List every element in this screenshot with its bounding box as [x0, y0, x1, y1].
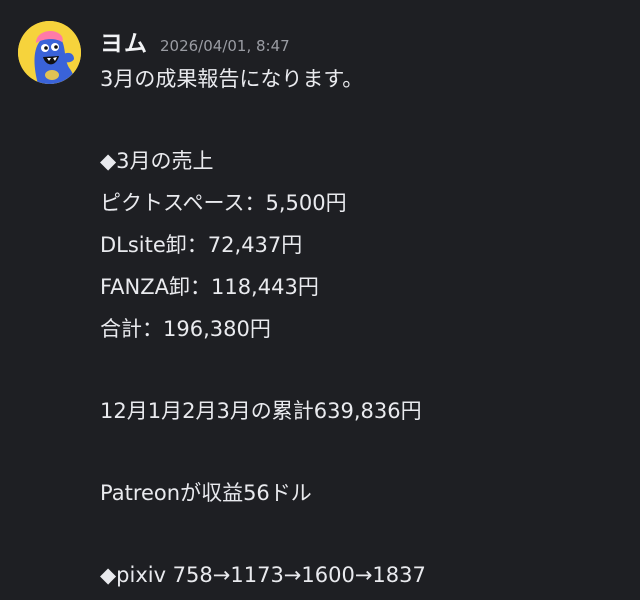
blue-monster-avatar-icon — [18, 21, 81, 84]
message-line: 合計：196,380円 — [100, 317, 271, 341]
message-line: ピクトスペース：5,500円 — [100, 191, 347, 215]
chat-message: ヨム 2026/04/01, 8:47 3月の成果報告になります。 ◆3月の売上… — [0, 0, 640, 600]
message-line: ◆3月の売上 — [100, 149, 214, 173]
message-line: FANZA卸：118,443円 — [100, 275, 319, 299]
timestamp[interactable]: 2026/04/01, 8:47 — [160, 37, 290, 55]
message-header: ヨム 2026/04/01, 8:47 — [100, 24, 290, 58]
message-line: Patreonが収益56ドル — [100, 481, 312, 505]
message-line: 3月の成果報告になります。 — [100, 67, 364, 91]
message-content: 3月の成果報告になります。 ◆3月の売上 ピクトスペース：5,500円 DLsi… — [100, 58, 630, 596]
message-line: DLsite卸：72,437円 — [100, 233, 303, 257]
username[interactable]: ヨム — [100, 24, 148, 58]
user-avatar[interactable] — [18, 21, 81, 84]
message-line: 12月1月2月3月の累計639,836円 — [100, 399, 422, 423]
message-line: ◆pixiv 758→1173→1600→1837 — [100, 563, 426, 587]
